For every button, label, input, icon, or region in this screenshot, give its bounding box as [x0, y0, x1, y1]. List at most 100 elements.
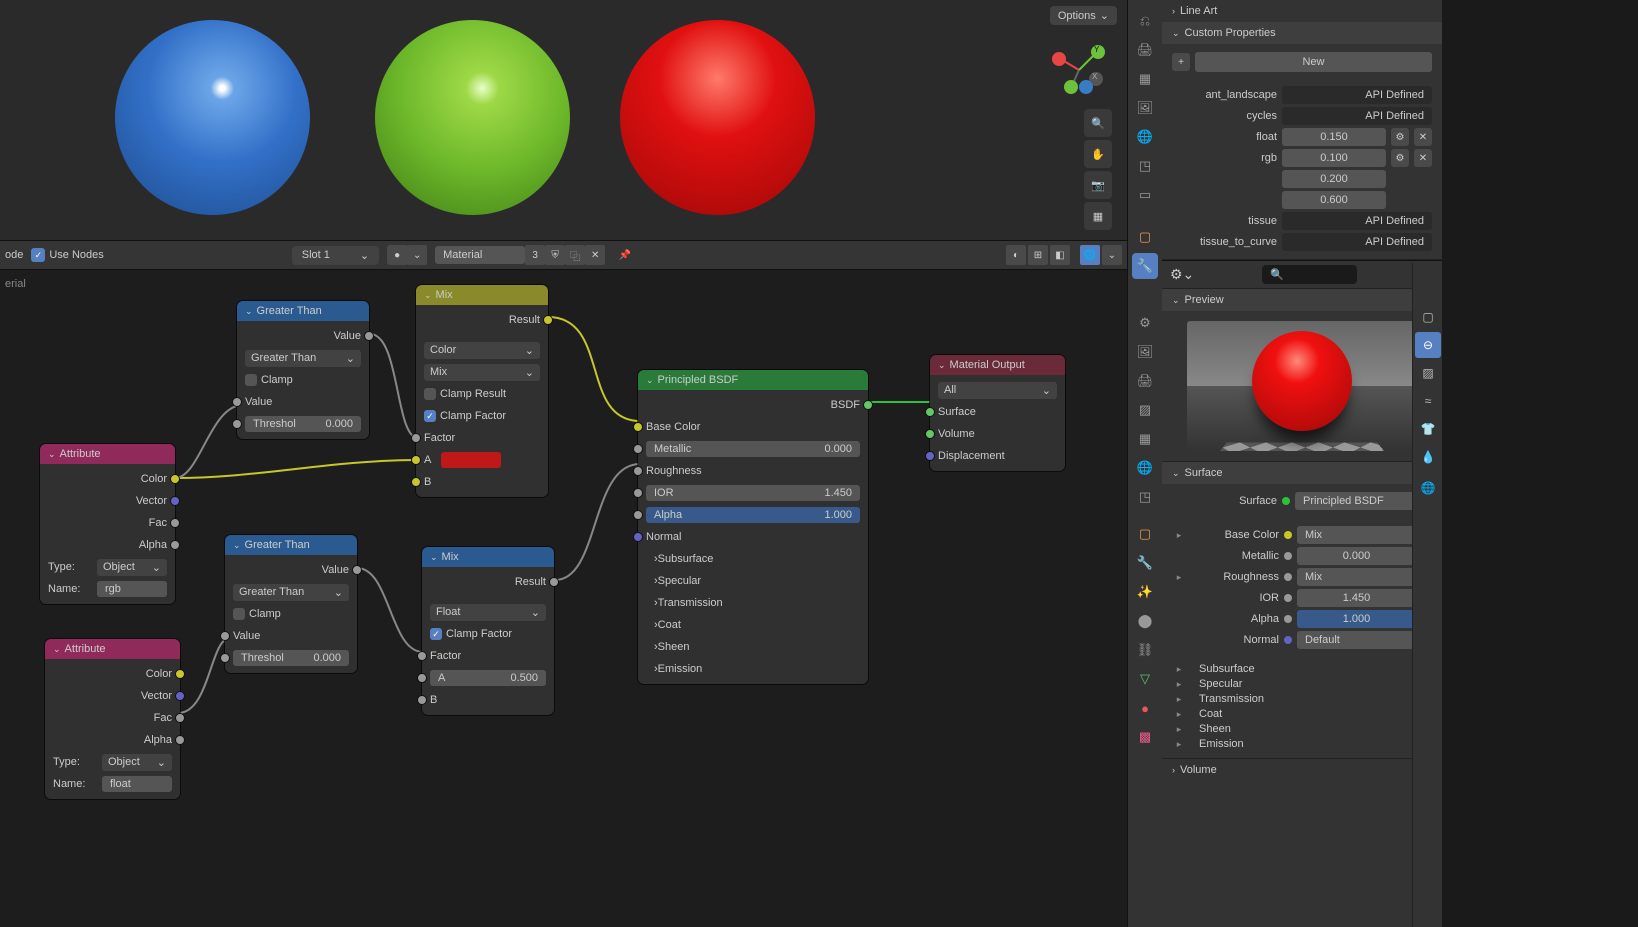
datatype-select[interactable]: Color⌄	[424, 342, 540, 359]
subsurface-section[interactable]: Subsurface	[658, 553, 714, 565]
toggle-3-icon[interactable]: ◧	[1050, 245, 1070, 265]
snap-menu-icon[interactable]: ⌄	[1102, 245, 1122, 265]
operation-select[interactable]: Greater Than⌄	[245, 350, 361, 367]
tab-collection2-icon[interactable]: ◳	[1132, 484, 1158, 510]
expand-icon[interactable]: ▸	[1172, 572, 1186, 583]
tab-view-icon[interactable]: ▦	[1132, 66, 1158, 92]
color-a-swatch[interactable]	[441, 452, 501, 468]
preview-shader-icon[interactable]: 👕	[1415, 416, 1441, 442]
a-input[interactable]: A0.500	[430, 670, 546, 686]
close-icon[interactable]: ✕	[1414, 149, 1432, 167]
gear-icon[interactable]: ⚙	[1391, 128, 1409, 146]
navigation-gizmo[interactable]: Y X	[1049, 40, 1109, 100]
camera-tool-icon[interactable]: 📷	[1084, 171, 1112, 199]
use-nodes-checkbox[interactable]: ✓ Use Nodes	[31, 248, 103, 262]
tab-world2-icon[interactable]: 🌐	[1132, 455, 1158, 481]
preview-flat-icon[interactable]: ▢	[1415, 304, 1441, 330]
tab-obj2-icon[interactable]: ▢	[1132, 521, 1158, 547]
node-greater-than-1[interactable]: ⌄Greater Than Value Greater Than⌄ Clamp …	[237, 301, 369, 439]
clamp-result-checkbox[interactable]: Clamp Result	[440, 388, 506, 400]
section-preview[interactable]: ⌄Preview	[1162, 289, 1442, 311]
tab-collection-icon[interactable]: ◳	[1132, 153, 1158, 179]
preview-world-icon[interactable]: 🌐	[1415, 475, 1441, 501]
tab-constraints-icon[interactable]: ⛓	[1132, 637, 1158, 663]
operation-select[interactable]: Greater Than⌄	[233, 584, 349, 601]
unlink-icon[interactable]: ✕	[585, 245, 605, 265]
clamp-factor-checkbox[interactable]: Clamp Factor	[440, 410, 506, 422]
type-select[interactable]: Object⌄	[97, 559, 167, 576]
blend-select[interactable]: Mix⌄	[424, 364, 540, 381]
rgb-value-1[interactable]: 0.200	[1282, 170, 1386, 188]
duplicate-icon[interactable]: ⿻	[565, 245, 585, 265]
datatype-select[interactable]: Float⌄	[430, 604, 546, 621]
add-prop-icon[interactable]: +	[1172, 53, 1190, 71]
node-greater-than-2[interactable]: ⌄Greater Than Value Greater Than⌄ Clamp …	[225, 535, 357, 673]
float-value[interactable]: 0.150	[1282, 128, 1386, 146]
specular-section[interactable]: Specular	[1199, 678, 1242, 690]
viewport-3d[interactable]: Options ⌄ Y X 🔍 ✋ 📷 ▦	[0, 0, 1127, 240]
tab-data2-icon[interactable]: ▽	[1132, 666, 1158, 692]
tab-physics-icon[interactable]: ⬤	[1132, 608, 1158, 634]
preview-hair-icon[interactable]: ≈	[1415, 388, 1441, 414]
tab-scene-icon[interactable]: 🖼	[1132, 95, 1158, 121]
users-count[interactable]: 3	[525, 245, 545, 265]
toggle-1-icon[interactable]: ◐	[1006, 245, 1026, 265]
tab-wrench-icon[interactable]: 🔧	[1132, 550, 1158, 576]
tab-tool-icon[interactable]: ⚙	[1132, 310, 1158, 336]
expand-icon[interactable]: ▸	[1172, 679, 1186, 690]
expand-icon[interactable]: ▸	[1172, 724, 1186, 735]
material-name-field[interactable]: Material	[435, 246, 525, 264]
expand-icon[interactable]: ▸	[1172, 694, 1186, 705]
node-material-output[interactable]: ⌄Material Output All⌄ Surface Volume Dis…	[930, 355, 1065, 471]
expand-icon[interactable]: ▸	[1172, 739, 1186, 750]
ior-input[interactable]: IOR1.450	[646, 485, 860, 501]
expand-icon[interactable]: ▸	[1172, 530, 1186, 541]
tab-world-icon[interactable]: 🌐	[1132, 124, 1158, 150]
rgb-value-2[interactable]: 0.600	[1282, 191, 1386, 209]
ior-value[interactable]: 1.450	[1297, 589, 1416, 607]
sheen-section[interactable]: Sheen	[658, 641, 690, 653]
shield-icon[interactable]: ⛨	[545, 245, 565, 265]
toggle-2-icon[interactable]: ⊞	[1028, 245, 1048, 265]
section-line-art[interactable]: ›Line Art	[1162, 0, 1442, 22]
node-canvas[interactable]: erial ⌄Attribute Color Vector Fac Alpha …	[0, 270, 1127, 927]
emission-section[interactable]: Emission	[658, 663, 703, 675]
preview-sphere-icon[interactable]: ⊖	[1415, 332, 1441, 358]
transmission-section[interactable]: Transmission	[1199, 693, 1264, 705]
close-icon[interactable]: ✕	[1414, 128, 1432, 146]
node-mix-float[interactable]: ⌄Mix Result Float⌄ ✓Clamp Factor Factor …	[422, 547, 554, 715]
emission-section[interactable]: Emission	[1199, 738, 1244, 750]
alpha-value[interactable]: 1.000	[1297, 610, 1416, 628]
coat-section[interactable]: Coat	[658, 619, 681, 631]
zoom-tool-icon[interactable]: 🔍	[1084, 109, 1112, 137]
options-icon[interactable]: ⚙⌄	[1170, 266, 1194, 283]
section-custom-props[interactable]: ⌄Custom Properties	[1162, 22, 1442, 44]
threshold-input[interactable]: Threshol0.000	[245, 416, 361, 432]
new-button[interactable]: New	[1195, 52, 1432, 72]
node-principled-bsdf[interactable]: ⌄Principled BSDF BSDF Base Color Metalli…	[638, 370, 868, 684]
tab-output2-icon[interactable]: 🖨	[1132, 368, 1158, 394]
pan-tool-icon[interactable]: ✋	[1084, 140, 1112, 168]
tab-output-icon[interactable]: 🖨	[1132, 37, 1158, 63]
material-icon[interactable]: ●	[387, 245, 407, 265]
grid-tool-icon[interactable]: ▦	[1084, 202, 1112, 230]
name-input[interactable]: rgb	[97, 581, 167, 597]
type-select[interactable]: Object⌄	[102, 754, 172, 771]
tab-modifiers-icon[interactable]: 🔧	[1132, 253, 1158, 279]
section-volume[interactable]: ›Volume	[1162, 759, 1442, 781]
node-editor[interactable]: ode ✓ Use Nodes Slot 1 ⌄ ● ⌄ Material 3 …	[0, 240, 1127, 927]
specular-section[interactable]: Specular	[658, 575, 701, 587]
pin-icon[interactable]: 📌	[615, 245, 635, 265]
preview-cube-icon[interactable]: ▨	[1415, 360, 1441, 386]
options-dropdown[interactable]: Options ⌄	[1050, 6, 1117, 25]
coat-section[interactable]: Coat	[1199, 708, 1222, 720]
tab-texture-icon[interactable]: ▩	[1132, 724, 1158, 750]
tab-scene2-icon[interactable]: ▦	[1132, 426, 1158, 452]
clamp-checkbox[interactable]: Clamp	[249, 608, 281, 620]
section-surface[interactable]: ⌄Surface	[1162, 462, 1442, 484]
clamp-checkbox[interactable]: Clamp	[261, 374, 293, 386]
tab-particles-icon[interactable]: ✨	[1132, 579, 1158, 605]
node-attribute-rgb[interactable]: ⌄Attribute Color Vector Fac Alpha Type:O…	[40, 444, 175, 604]
sheen-section[interactable]: Sheen	[1199, 723, 1231, 735]
threshold-input[interactable]: Threshol0.000	[233, 650, 349, 666]
